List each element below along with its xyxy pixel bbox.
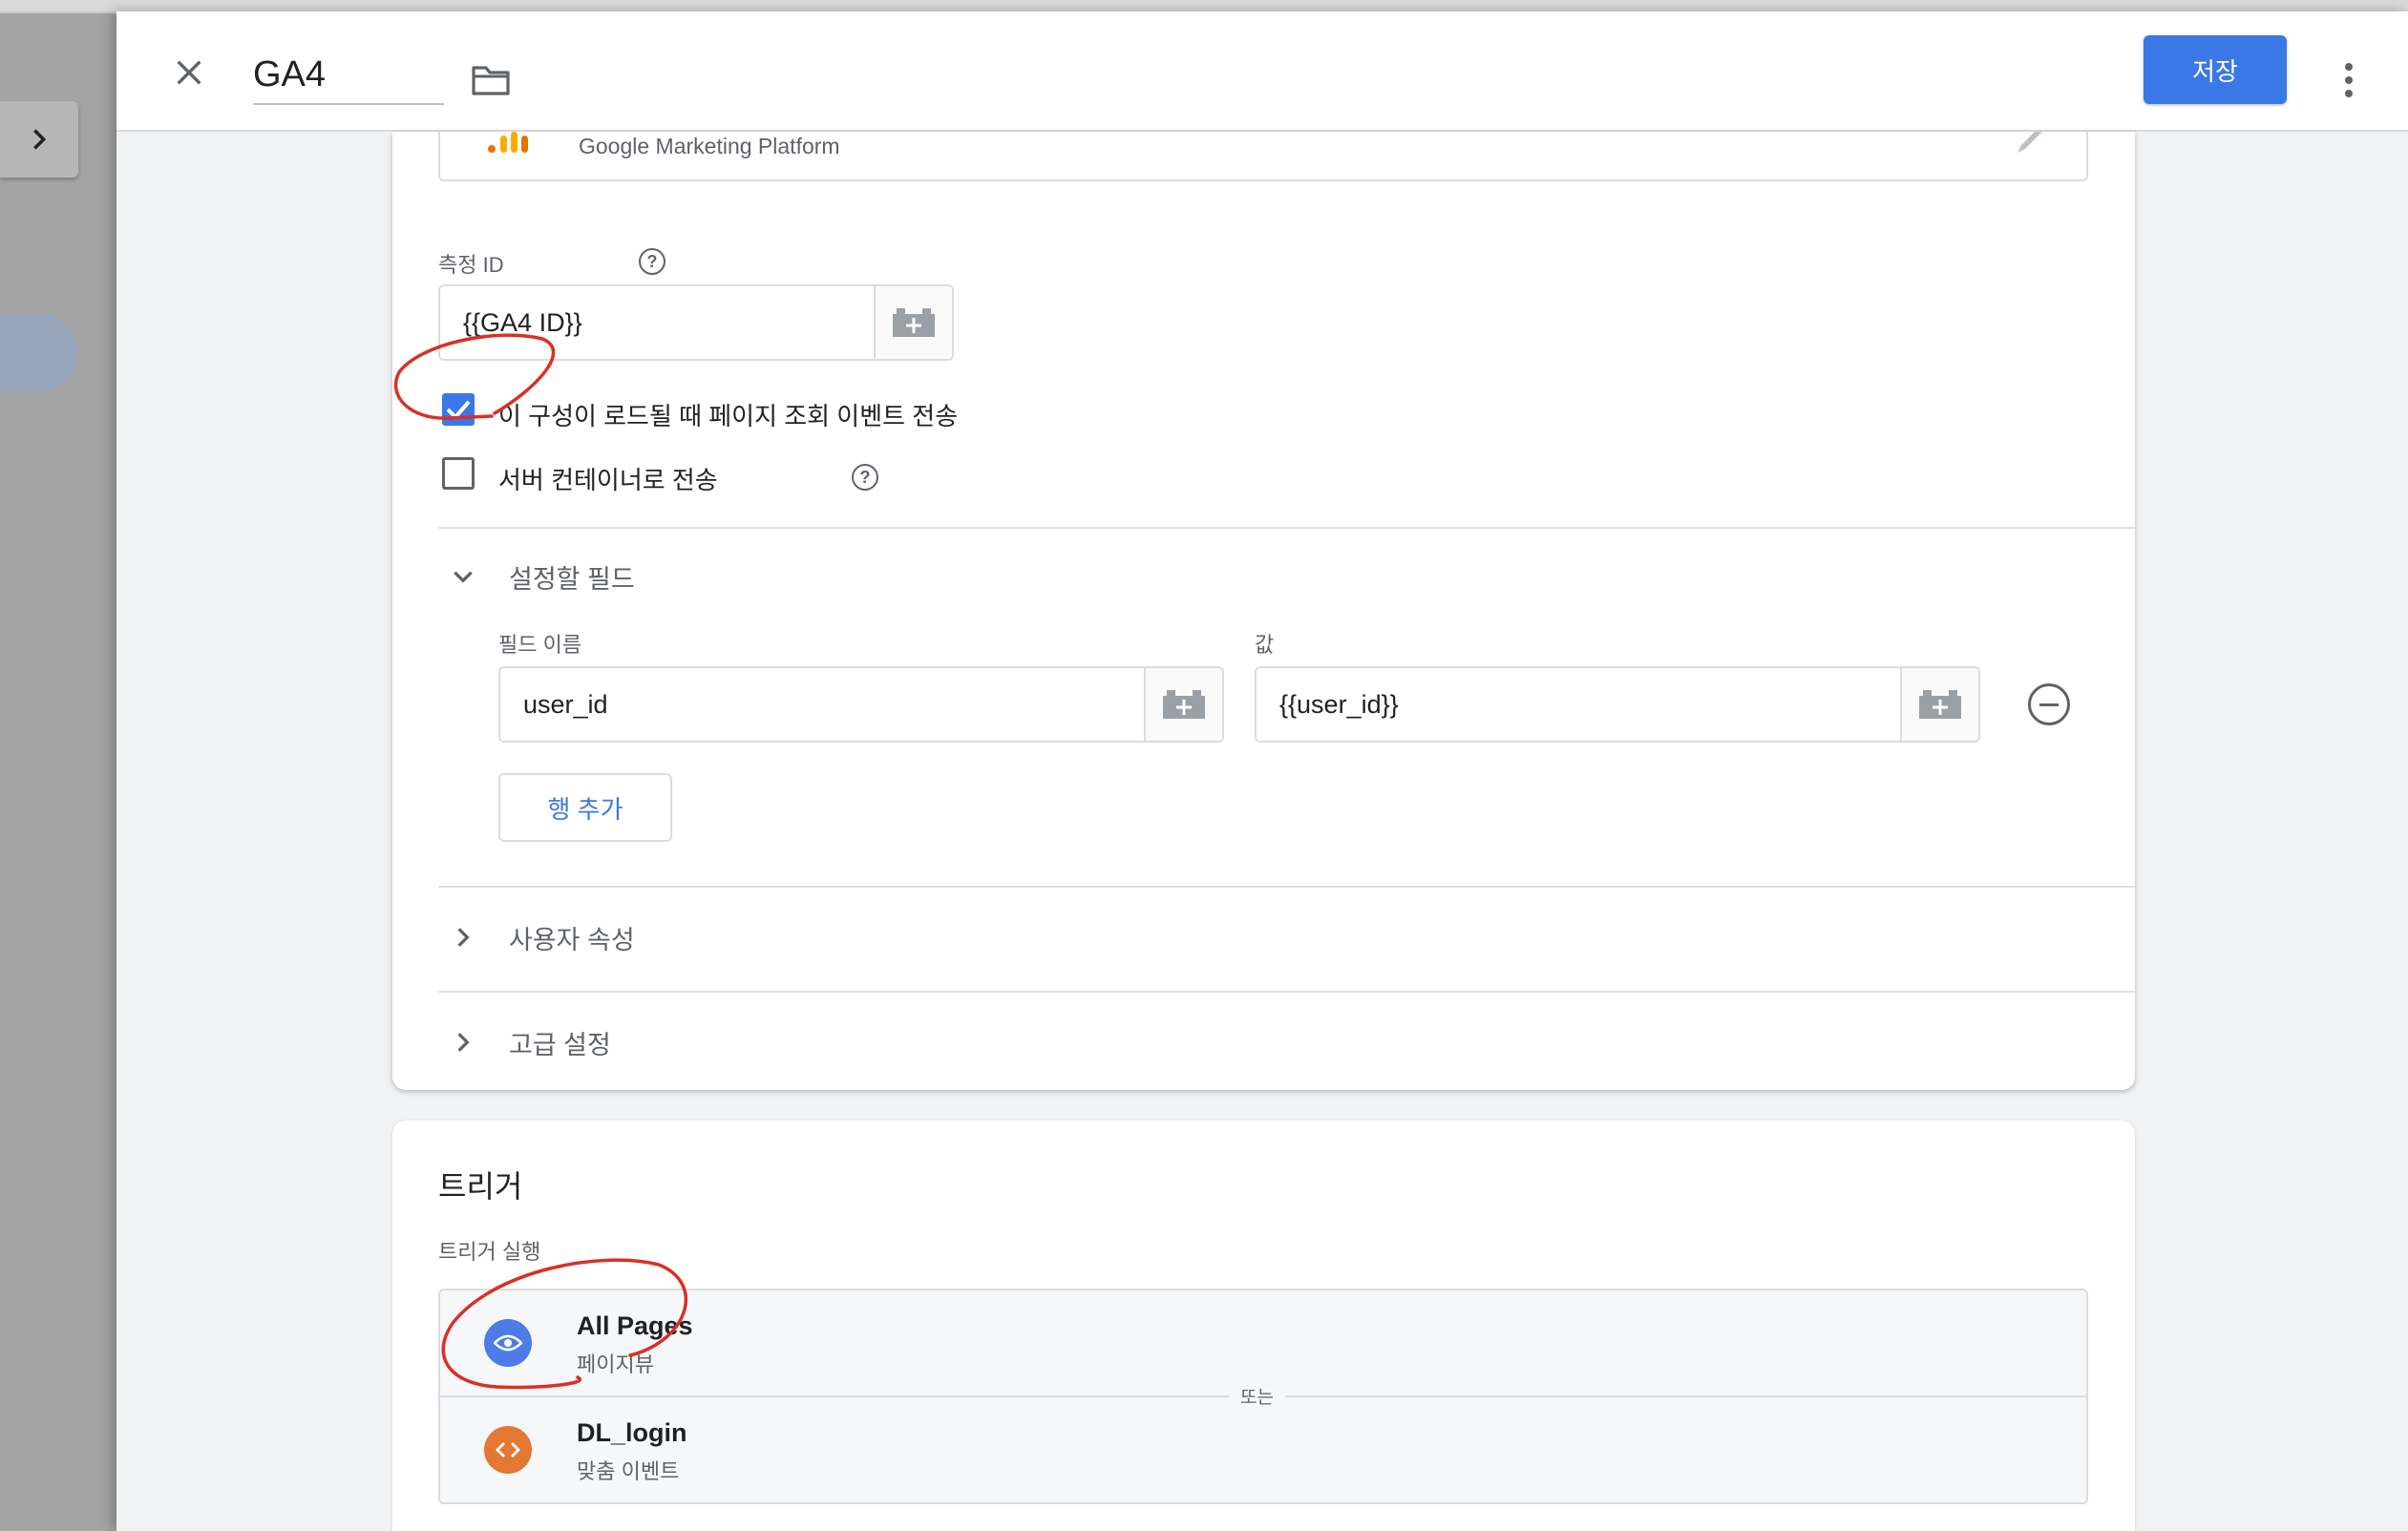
background-top-bar [0, 0, 2408, 11]
measurement-id-label: 측정 ID [438, 253, 504, 277]
trigger-type: 맞춤 이벤트 [577, 1459, 680, 1483]
close-button[interactable] [162, 46, 216, 99]
pencil-icon[interactable] [2016, 132, 2044, 155]
remove-row-button[interactable] [2028, 683, 2070, 725]
send-pageview-label: 이 구성이 로드될 때 페이지 조회 이벤트 전송 [498, 402, 959, 430]
field-name-value: user_id [523, 689, 608, 719]
save-button[interactable]: 저장 [2144, 35, 2287, 104]
editor-toolbar: GA4 저장 [116, 11, 2408, 132]
fields-to-set-toggle[interactable]: 설정할 필드 [438, 548, 2061, 605]
tag-name-field[interactable]: GA4 [253, 50, 444, 105]
value-header: 값 [1255, 633, 1275, 657]
variable-picker-button[interactable] [1900, 668, 1978, 741]
tag-editor-panel: GA4 저장 Google Marketing Platform 측정 ID ? [116, 11, 2408, 1531]
trigger-name: DL_login [577, 1418, 687, 1447]
tag-name-value: GA4 [253, 54, 327, 94]
measurement-id-input[interactable]: {{GA4 ID}} [438, 284, 954, 361]
variable-picker-button[interactable] [874, 286, 952, 359]
advanced-settings-label: 고급 설정 [509, 1030, 611, 1059]
eye-icon [484, 1319, 532, 1367]
variable-brick-icon [1163, 690, 1205, 719]
server-container-label: 서버 컨테이너로 전송 [498, 466, 718, 494]
tag-type-platform-label: Google Marketing Platform [579, 134, 840, 158]
user-properties-label: 사용자 속성 [509, 925, 635, 954]
section-divider [438, 527, 2135, 529]
add-row-button[interactable]: 행 추가 [498, 773, 672, 842]
field-value-input[interactable]: {{user_id}} [1255, 666, 1980, 743]
fields-to-set-title: 설정할 필드 [509, 564, 635, 594]
chevron-right-icon [33, 129, 47, 150]
google-marketing-platform-logo [488, 132, 528, 153]
section-divider [438, 991, 2135, 993]
chevron-right-icon [457, 1033, 470, 1052]
advanced-settings-toggle[interactable]: 고급 설정 [438, 1014, 2061, 1071]
code-icon [484, 1426, 532, 1474]
checkmark-icon [446, 400, 471, 420]
chevron-down-icon [454, 571, 473, 583]
tag-type-selector[interactable]: Google Marketing Platform [438, 132, 2088, 181]
background-nav-highlight [0, 315, 78, 391]
help-icon[interactable]: ? [852, 464, 878, 491]
trigger-row-dl-login[interactable]: DL_login 맞춤 이벤트 [440, 1397, 2086, 1503]
variable-picker-button[interactable] [1144, 668, 1222, 741]
section-divider [438, 886, 2135, 888]
trigger-list: All Pages 페이지뷰 또는 DL_login 맞춤 이벤트 [438, 1289, 2088, 1504]
help-icon[interactable]: ? [639, 248, 665, 275]
trigger-row-all-pages[interactable]: All Pages 페이지뷰 [440, 1290, 2086, 1396]
measurement-id-value: {{GA4 ID}} [463, 307, 582, 337]
user-properties-toggle[interactable]: 사용자 속성 [438, 909, 2061, 966]
close-icon [177, 60, 201, 85]
field-name-header: 필드 이름 [498, 633, 582, 657]
field-value-value: {{user_id}} [1279, 689, 1399, 719]
folder-button[interactable] [464, 53, 518, 107]
folder-icon [472, 66, 510, 95]
more-options-button[interactable] [2330, 53, 2368, 107]
triggering-card: 트리거 트리거 실행 All Pages 페이지뷰 또는 DL_login 맞춤… [392, 1121, 2135, 1531]
tag-configuration-card: Google Marketing Platform 측정 ID ? {{GA4 … [392, 132, 2135, 1090]
server-container-checkbox[interactable] [442, 457, 475, 490]
more-dot-icon [2345, 63, 2353, 71]
minus-icon [2039, 703, 2059, 706]
variable-brick-icon [893, 308, 935, 337]
trigger-name: All Pages [577, 1311, 693, 1340]
trigger-type: 페이지뷰 [577, 1353, 654, 1376]
field-name-input[interactable]: user_id [498, 666, 1224, 743]
chevron-right-icon [457, 928, 470, 947]
triggering-title: 트리거 [438, 1169, 523, 1204]
firing-triggers-label: 트리거 실행 [438, 1240, 541, 1264]
more-dot-icon [2345, 90, 2353, 97]
send-pageview-checkbox[interactable] [442, 393, 475, 426]
more-dot-icon [2345, 76, 2353, 84]
variable-brick-icon [1919, 690, 1961, 719]
background-expand-button[interactable] [0, 101, 78, 178]
